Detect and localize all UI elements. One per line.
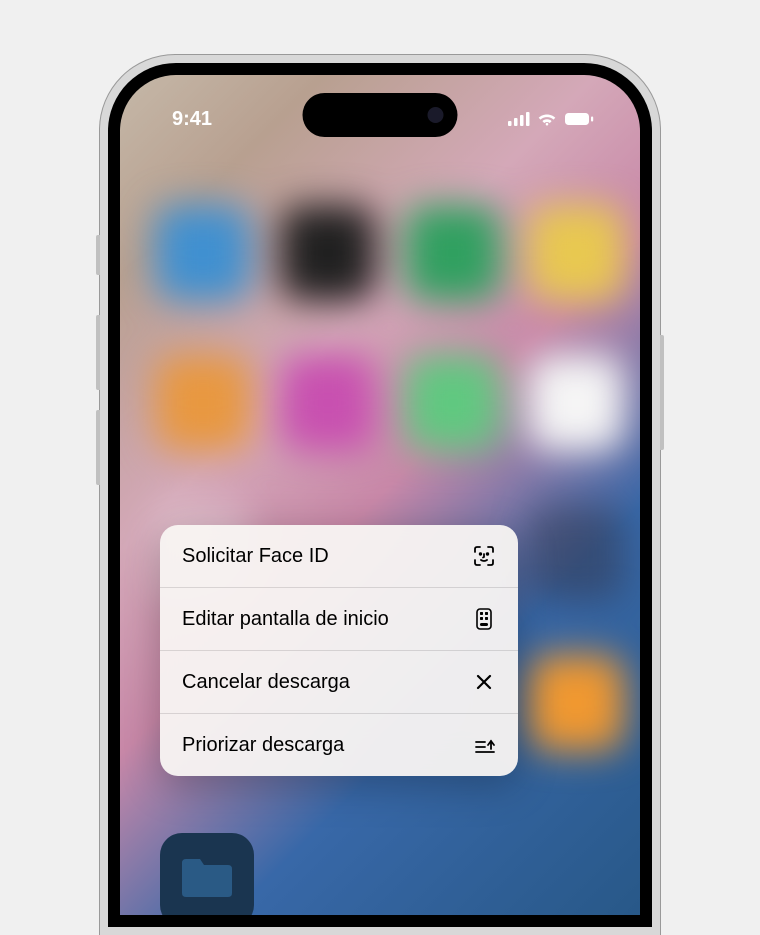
- battery-icon: [564, 112, 594, 126]
- cellular-signal-icon: [508, 112, 530, 126]
- quick-actions-menu: Solicitar Face ID: [160, 525, 518, 776]
- wifi-icon: [537, 112, 557, 126]
- homescreen-edit-icon: [472, 607, 496, 631]
- folder-icon: [178, 855, 236, 906]
- menu-item-label: Cancelar descarga: [182, 671, 350, 694]
- menu-item-prioritize-download[interactable]: Priorizar descarga: [160, 714, 518, 776]
- blurred-homescreen-background: [120, 75, 640, 915]
- volume-down-button: [96, 410, 100, 485]
- menu-item-label: Solicitar Face ID: [182, 545, 329, 568]
- menu-item-require-faceid[interactable]: Solicitar Face ID: [160, 525, 518, 588]
- menu-item-edit-homescreen[interactable]: Editar pantalla de inicio: [160, 588, 518, 651]
- phone-bezel: 9:41: [108, 63, 652, 927]
- prioritize-icon: [472, 733, 496, 757]
- power-button: [660, 335, 664, 450]
- silence-switch: [96, 235, 100, 275]
- faceid-icon: [472, 544, 496, 568]
- menu-item-cancel-download[interactable]: Cancelar descarga: [160, 651, 518, 714]
- menu-item-label: Editar pantalla de inicio: [182, 608, 389, 631]
- phone-device-frame: 9:41: [100, 55, 660, 935]
- front-camera: [428, 107, 444, 123]
- dynamic-island: [303, 93, 458, 137]
- status-time: 9:41: [172, 108, 212, 131]
- phone-screen: 9:41: [120, 75, 640, 915]
- close-icon: [472, 670, 496, 694]
- menu-item-label: Priorizar descarga: [182, 734, 344, 757]
- volume-up-button: [96, 315, 100, 390]
- status-icons: [508, 112, 594, 126]
- files-app-icon[interactable]: [160, 833, 254, 915]
